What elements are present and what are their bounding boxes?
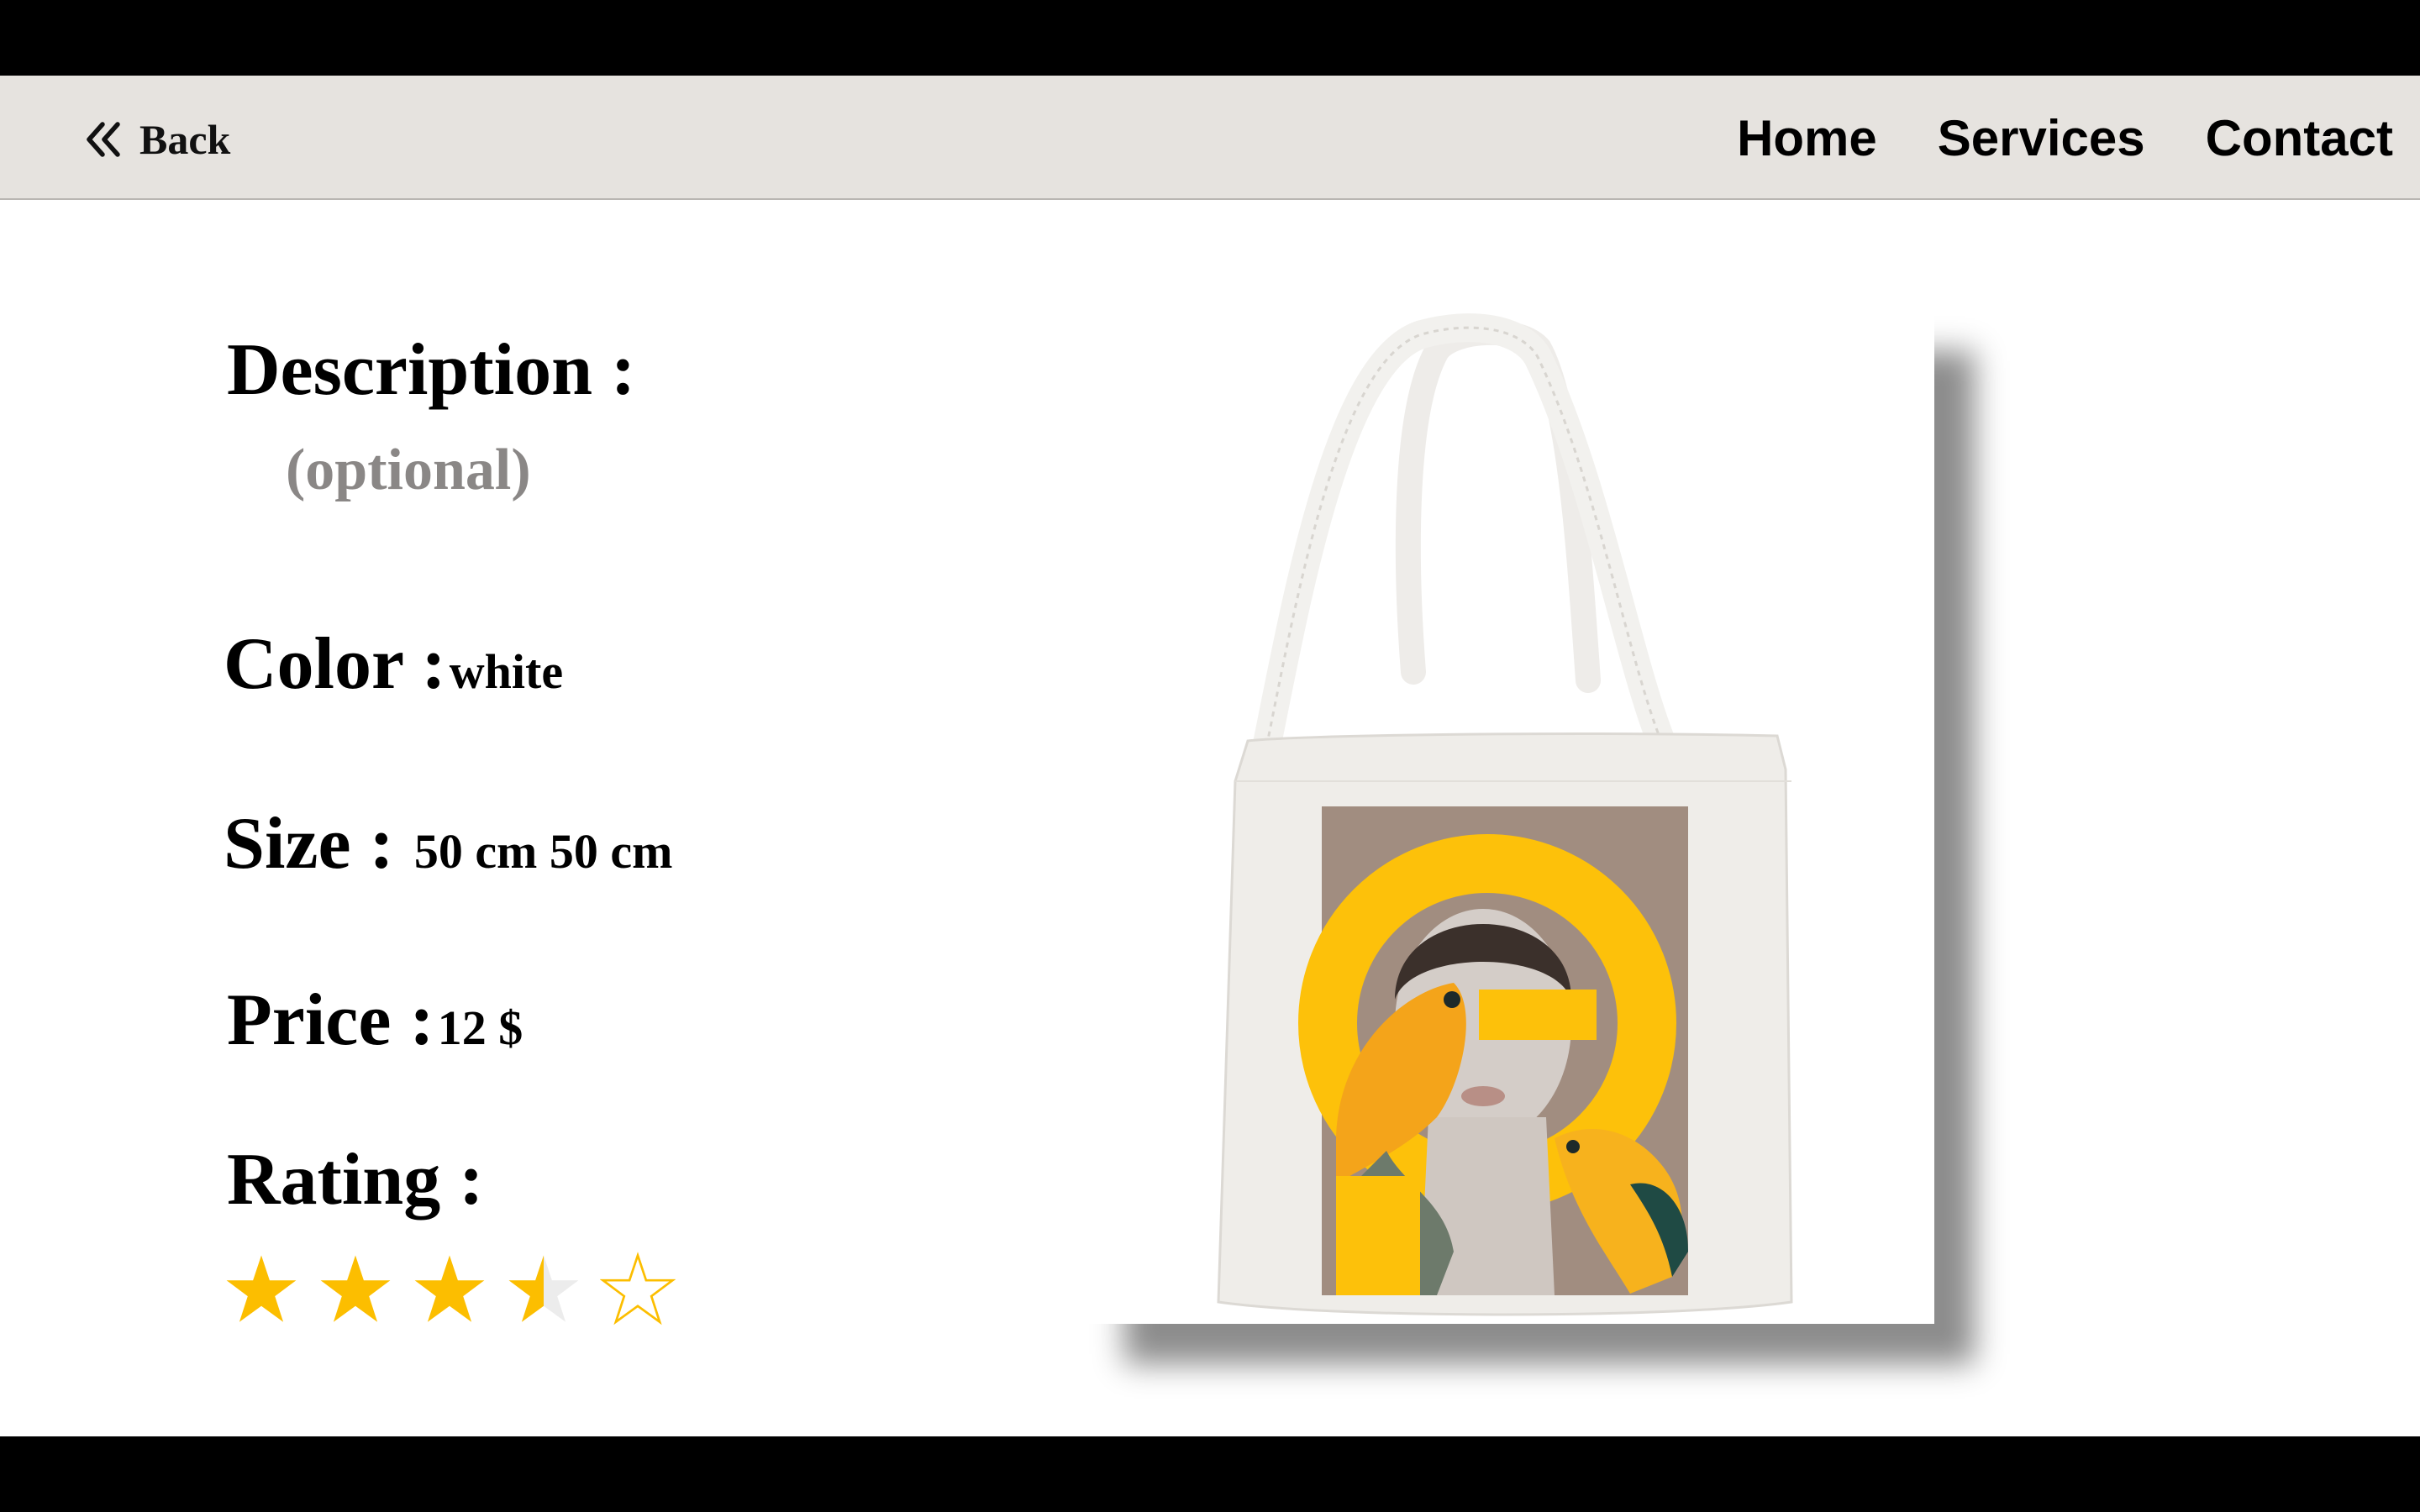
star-icon[interactable] [318, 1252, 393, 1327]
color-label: Color : [224, 623, 446, 705]
description-label: Description : [227, 329, 636, 411]
star-half-icon[interactable] [506, 1252, 581, 1327]
color-value: white [449, 644, 564, 699]
nav-link-contact[interactable]: Contact [2206, 109, 2393, 167]
back-label: Back [139, 116, 231, 163]
top-navbar: Back Home Services Contact [0, 76, 2420, 200]
rating-stars [224, 1252, 676, 1327]
star-icon[interactable] [224, 1252, 299, 1327]
size-row: Size : 50 cm 50 cm [224, 801, 672, 886]
nav-links: Home Services Contact [1737, 109, 2393, 167]
nav-link-home[interactable]: Home [1737, 109, 1877, 167]
price-label: Price : [227, 979, 434, 1061]
product-screen: Back Home Services Contact Description :… [0, 76, 2420, 1436]
nav-link-services[interactable]: Services [1938, 109, 2145, 167]
bag-handle-front [1250, 313, 1678, 770]
rating-row: Rating : [227, 1137, 484, 1222]
description-value: (optional) [286, 438, 531, 502]
star-icon[interactable] [412, 1252, 487, 1327]
price-value: 12 $ [437, 1000, 523, 1055]
size-label: Size : [224, 803, 394, 885]
price-row: Price : 12 $ [227, 978, 523, 1063]
back-button[interactable]: Back [84, 114, 230, 165]
star-empty-icon[interactable] [600, 1252, 676, 1327]
product-image [1084, 311, 1934, 1324]
double-chevron-left-icon [84, 120, 123, 159]
rating-label: Rating : [227, 1139, 484, 1221]
color-row: Color : white [224, 622, 563, 706]
size-value: 50 cm 50 cm [413, 824, 673, 879]
